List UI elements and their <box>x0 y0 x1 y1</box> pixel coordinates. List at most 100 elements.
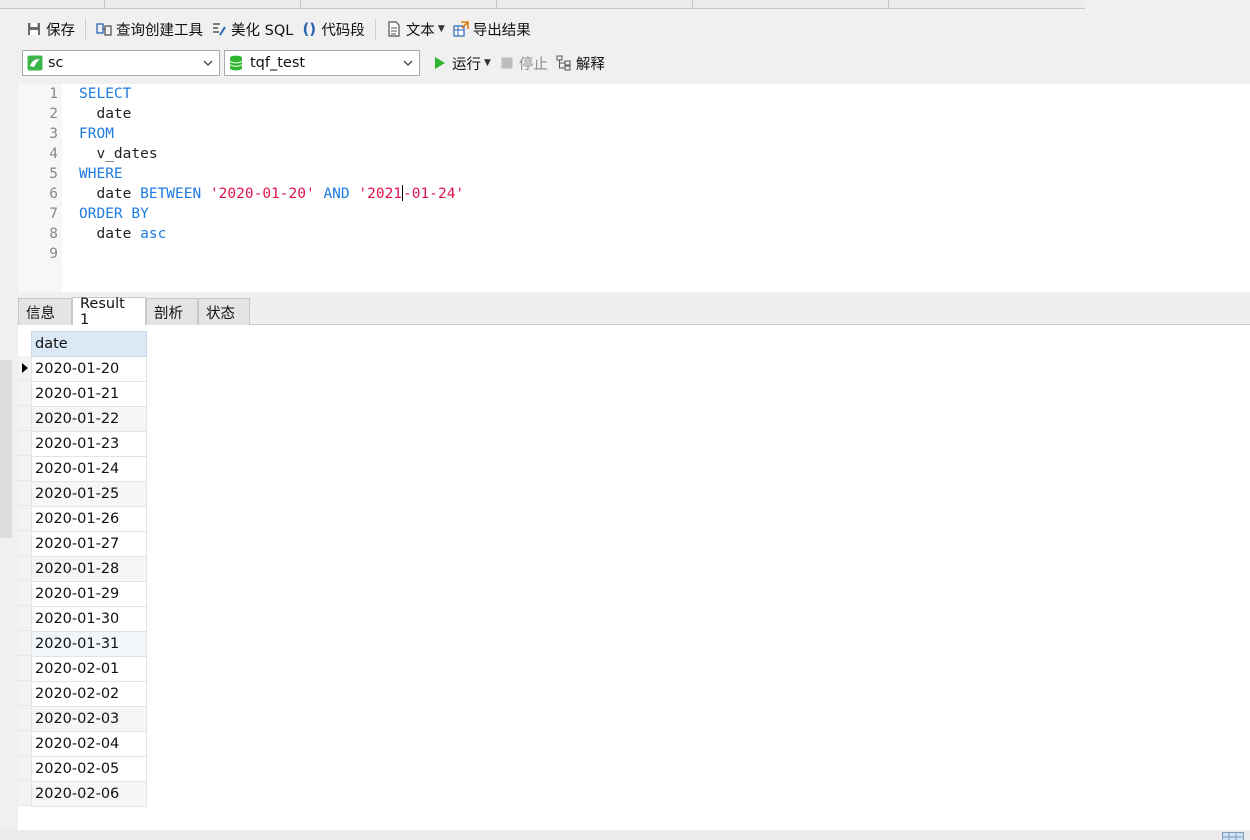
parentheses-icon: () <box>302 20 317 38</box>
tab-profile[interactable]: 剖析 <box>146 298 198 325</box>
row-header[interactable] <box>18 456 31 481</box>
table-row[interactable]: 2020-02-06 <box>31 781 147 807</box>
row-header[interactable] <box>18 606 31 631</box>
row-header[interactable] <box>18 631 31 656</box>
row-header[interactable] <box>18 381 31 406</box>
table-row[interactable]: 2020-02-03 <box>31 706 147 732</box>
beautify-sql-button[interactable]: 美化 SQL <box>207 16 297 42</box>
table-row[interactable]: 2020-01-20 <box>31 356 147 382</box>
table-row[interactable]: 2020-01-27 <box>31 531 147 557</box>
date-cell[interactable]: 2020-01-20 <box>31 356 147 382</box>
row-header[interactable] <box>18 756 31 781</box>
stop-icon <box>499 55 515 71</box>
tab-info[interactable]: 信息 <box>18 298 72 325</box>
row-header[interactable] <box>18 356 31 381</box>
sql-string: -01-24' <box>403 186 465 202</box>
date-cell[interactable]: 2020-01-26 <box>31 506 147 532</box>
table-row[interactable]: 2020-01-25 <box>31 481 147 507</box>
row-header[interactable] <box>18 506 31 531</box>
sql-string: '2021 <box>358 186 403 202</box>
date-cell[interactable]: 2020-01-28 <box>31 556 147 582</box>
table-row[interactable]: 2020-01-21 <box>31 381 147 407</box>
result-grid[interactable]: date 2020-01-20 2020-01-21 2020-01-22 2020-… <box>31 331 147 807</box>
date-cell[interactable]: 2020-01-22 <box>31 406 147 432</box>
table-row[interactable]: 2020-01-23 <box>31 431 147 457</box>
date-cell[interactable]: 2020-02-02 <box>31 681 147 707</box>
result-grid-area: date 2020-01-20 2020-01-21 2020-01-22 2020-… <box>18 325 1250 830</box>
database-select[interactable]: tqf_test <box>224 50 420 76</box>
table-row[interactable]: 2020-01-28 <box>31 556 147 582</box>
code-line-6: date BETWEEN '2020-01-20' AND '2021-01-2… <box>79 184 464 204</box>
row-header[interactable] <box>18 731 31 756</box>
date-cell[interactable]: 2020-02-01 <box>31 656 147 682</box>
line-number: 8 <box>49 226 58 242</box>
sql-text: v_dates <box>79 146 158 162</box>
code-snippet-button[interactable]: () 代码段 <box>297 16 369 42</box>
line-number: 1 <box>49 86 58 102</box>
date-cell[interactable]: 2020-01-24 <box>31 456 147 482</box>
table-row[interactable]: 2020-01-29 <box>31 581 147 607</box>
row-header[interactable] <box>18 431 31 456</box>
date-cell[interactable]: 2020-01-31 <box>31 631 147 657</box>
row-header[interactable] <box>18 481 31 506</box>
code-line-4: v_dates <box>79 144 158 164</box>
date-cell[interactable]: 2020-01-23 <box>31 431 147 457</box>
connection-row: sc tqf_test 运行 ▼ 停止 解释 <box>0 48 1250 78</box>
date-cell[interactable]: 2020-02-06 <box>31 781 147 807</box>
tab-label: 信息 <box>26 305 55 322</box>
row-header[interactable] <box>18 581 31 606</box>
table-row[interactable]: 2020-02-05 <box>31 756 147 782</box>
export-results-label: 导出结果 <box>472 22 531 39</box>
row-header[interactable] <box>18 531 31 556</box>
tab-result-1[interactable]: Result 1 <box>72 296 146 328</box>
table-row[interactable]: 2020-01-30 <box>31 606 147 632</box>
line-number: 5 <box>49 166 58 182</box>
left-scrollbar[interactable] <box>0 360 12 538</box>
date-cell[interactable]: 2020-02-05 <box>31 756 147 782</box>
sql-editor[interactable]: 1 2 3 4 5 6 7 8 9 SELECT date FROM v_dat… <box>18 84 1250 292</box>
query-builder-button[interactable]: 查询创建工具 <box>92 16 207 42</box>
chevron-down-icon <box>201 55 215 71</box>
table-row[interactable]: 2020-02-01 <box>31 656 147 682</box>
line-number: 2 <box>49 106 58 122</box>
date-cell[interactable]: 2020-02-04 <box>31 731 147 757</box>
column-header-date[interactable]: date <box>31 331 147 357</box>
code-line-2: date <box>79 104 131 124</box>
database-value: tqf_test <box>250 55 306 71</box>
code-line-3: FROM <box>79 124 114 144</box>
sql-keyword: AND <box>323 186 350 202</box>
save-label: 保存 <box>46 22 75 39</box>
date-cell[interactable]: 2020-01-21 <box>31 381 147 407</box>
row-header[interactable] <box>18 781 31 806</box>
row-header[interactable] <box>18 406 31 431</box>
table-row[interactable]: 2020-01-22 <box>31 406 147 432</box>
explain-button[interactable]: 解释 <box>552 50 609 76</box>
run-button[interactable]: 运行 ▼ <box>428 50 495 76</box>
date-cell[interactable]: 2020-01-25 <box>31 481 147 507</box>
date-cell[interactable]: 2020-01-29 <box>31 581 147 607</box>
code-line-7: ORDER BY <box>79 204 149 224</box>
date-cell[interactable]: 2020-01-30 <box>31 606 147 632</box>
row-header[interactable] <box>18 706 31 731</box>
text-mode-dropdown[interactable]: 文本 ▼ <box>382 16 449 42</box>
line-number: 7 <box>49 206 58 222</box>
tab-status[interactable]: 状态 <box>198 298 250 325</box>
line-number-gutter: 1 2 3 4 5 6 7 8 9 <box>18 84 62 292</box>
save-button[interactable]: 保存 <box>22 16 79 42</box>
table-row[interactable]: 2020-02-04 <box>31 731 147 757</box>
row-header[interactable] <box>18 656 31 681</box>
row-header[interactable] <box>18 681 31 706</box>
date-cell[interactable]: 2020-02-03 <box>31 706 147 732</box>
table-row[interactable]: 2020-01-31 <box>31 631 147 657</box>
row-header[interactable] <box>18 556 31 581</box>
beautify-icon <box>211 21 227 37</box>
grid-view-icon[interactable] <box>1222 830 1244 840</box>
date-cell[interactable]: 2020-01-27 <box>31 531 147 557</box>
stop-button[interactable]: 停止 <box>495 50 552 76</box>
table-row[interactable]: 2020-01-26 <box>31 506 147 532</box>
table-row[interactable]: 2020-02-02 <box>31 681 147 707</box>
export-results-button[interactable]: 导出结果 <box>449 16 535 42</box>
sql-keyword: BETWEEN <box>140 186 202 202</box>
connection-select[interactable]: sc <box>22 50 220 76</box>
table-row[interactable]: 2020-01-24 <box>31 456 147 482</box>
